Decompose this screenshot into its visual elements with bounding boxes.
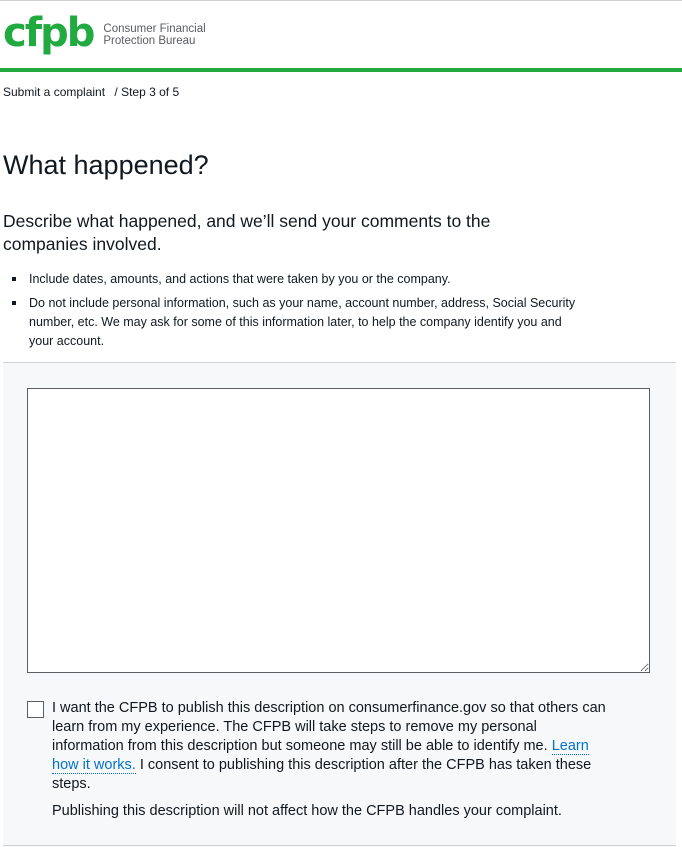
instructions-list: Include dates, amounts, and actions that… [10,270,580,356]
description-textarea[interactable] [27,388,650,673]
header-accent-bar [0,68,682,72]
instruction-item: Do not include personal information, suc… [10,294,580,351]
consent-note: Publishing this description will not aff… [52,803,562,819]
logo-text-line1: Consumer Financial [103,23,206,35]
publish-consent-checkbox[interactable] [27,701,44,718]
logo-text-line2: Protection Bureau [103,35,196,47]
breadcrumb-link-submit-complaint[interactable]: Submit a complaint [3,85,105,99]
logo-mark: cfpb [3,10,95,56]
panel-bottom-rule [3,845,676,846]
consent-text-before: I want the CFPB to publish this descript… [52,700,606,754]
logo-text: Consumer Financial Protection Bureau [103,23,205,47]
publish-consent-label: I want the CFPB to publish this descript… [52,699,612,821]
description-panel: I want the CFPB to publish this descript… [3,362,676,847]
breadcrumb: Submit a complaint / Step 3 of 5 [3,85,179,99]
site-header: cfpb Consumer Financial Protection Burea… [0,1,682,68]
cfpb-logo[interactable]: cfpb Consumer Financial Protection Burea… [3,10,206,56]
breadcrumb-step: Step 3 of 5 [121,85,180,99]
consent-paragraph: I want the CFPB to publish this descript… [52,699,612,794]
page-title: What happened? [3,150,209,180]
lead-text: Describe what happened, and we’ll send y… [3,211,491,254]
breadcrumb-separator: / [114,85,118,99]
instruction-item: Include dates, amounts, and actions that… [10,270,580,289]
